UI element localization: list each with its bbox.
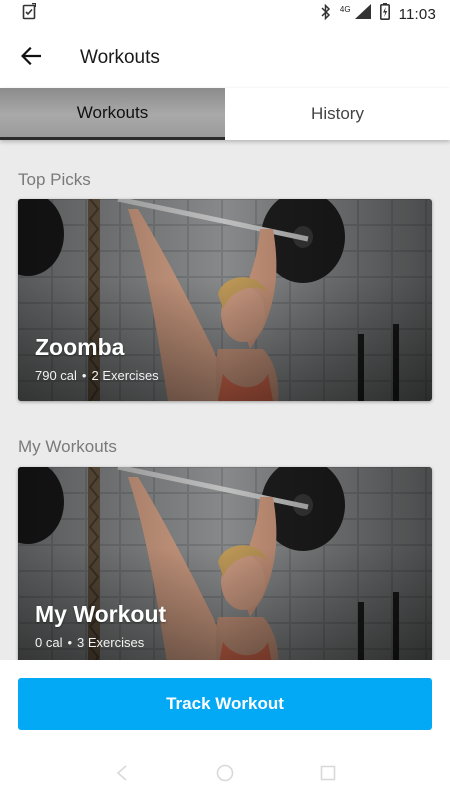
track-workout-button[interactable]: Track Workout bbox=[18, 678, 432, 730]
app-bar: Workouts bbox=[0, 28, 450, 88]
bluetooth-icon bbox=[321, 3, 331, 25]
workout-calories: 790 cal bbox=[35, 368, 77, 383]
page-title: Workouts bbox=[80, 47, 160, 68]
workout-card-my-workout[interactable]: My Workout 0 cal • 3 Exercises bbox=[18, 467, 432, 660]
workout-card-zoomba[interactable]: Zoomba 790 cal • 2 Exercises bbox=[18, 199, 432, 401]
battery-icon bbox=[379, 3, 390, 25]
clipboard-check-icon bbox=[22, 2, 37, 25]
clock-time: 11:03 bbox=[398, 5, 436, 23]
network-label: 4G bbox=[339, 4, 351, 14]
signal-icon bbox=[354, 4, 371, 24]
workout-card-meta: 790 cal • 2 Exercises bbox=[35, 368, 159, 383]
workout-card-title: My Workout bbox=[35, 601, 167, 627]
card-image-overlay bbox=[18, 467, 432, 660]
recents-nav-icon bbox=[320, 765, 336, 786]
tab-workouts[interactable]: Workouts bbox=[0, 88, 225, 140]
back-nav-icon bbox=[115, 764, 129, 786]
workout-card-title: Zoomba bbox=[35, 334, 125, 360]
nav-back-button[interactable] bbox=[102, 755, 142, 795]
arrow-back-icon bbox=[20, 46, 42, 70]
section-title-my-workouts: My Workouts bbox=[18, 437, 117, 456]
meta-separator: • bbox=[67, 635, 73, 650]
bottom-action-panel: Track Workout bbox=[0, 660, 450, 750]
system-nav-bar bbox=[0, 750, 450, 800]
workout-exercise-count: 3 Exercises bbox=[77, 635, 145, 650]
tab-bar: Workouts History bbox=[0, 88, 450, 140]
status-bar: 4G 11:03 bbox=[0, 0, 450, 28]
tab-history[interactable]: History bbox=[225, 88, 450, 140]
workout-card-meta: 0 cal • 3 Exercises bbox=[35, 635, 144, 650]
workout-exercise-count: 2 Exercises bbox=[91, 368, 159, 383]
nav-recents-button[interactable] bbox=[308, 755, 348, 795]
workouts-list[interactable]: Top Picks Zoomba 790 cal • 2 Exercises M… bbox=[0, 140, 450, 660]
home-nav-icon bbox=[216, 764, 234, 787]
workout-calories: 0 cal bbox=[35, 635, 63, 650]
section-title-top-picks: Top Picks bbox=[18, 170, 91, 189]
back-button[interactable] bbox=[2, 28, 60, 88]
meta-separator: • bbox=[81, 368, 87, 383]
nav-home-button[interactable] bbox=[205, 755, 245, 795]
